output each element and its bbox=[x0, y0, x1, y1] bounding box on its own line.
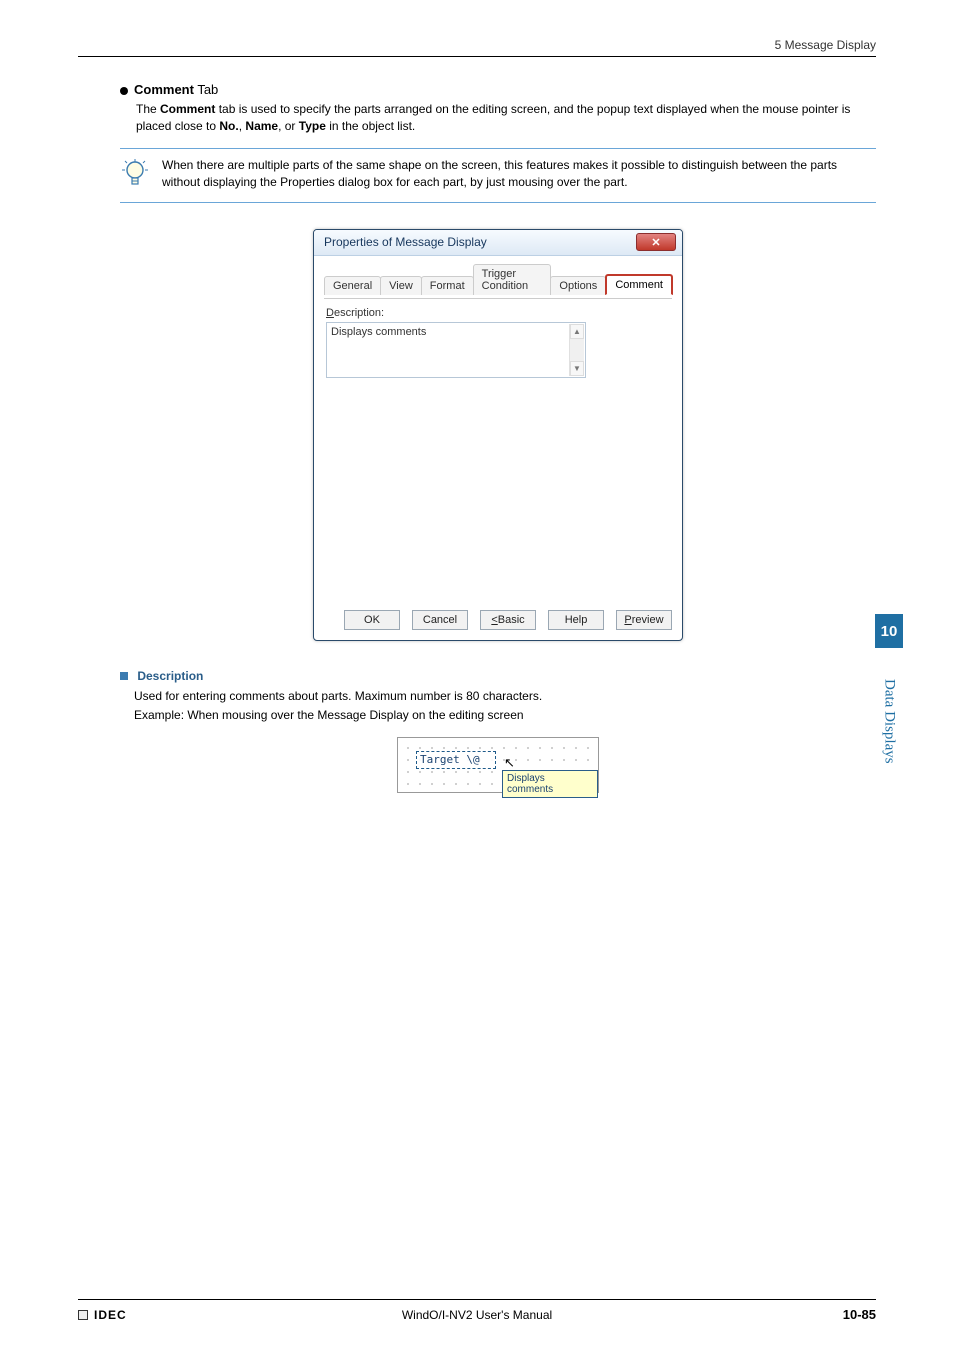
tab-format[interactable]: Format bbox=[421, 276, 474, 295]
bullet-dot bbox=[120, 87, 128, 95]
footer-manual-title: WindO/I-NV2 User's Manual bbox=[0, 1308, 954, 1322]
description-value: Displays comments bbox=[331, 326, 426, 338]
description-label: Description: bbox=[326, 307, 670, 319]
tab-comment[interactable]: Comment bbox=[605, 274, 673, 295]
textarea-scrollbar[interactable]: ▲ ▼ bbox=[569, 324, 584, 376]
basic-button[interactable]: < Basic bbox=[480, 610, 536, 630]
tab-options[interactable]: Options bbox=[550, 276, 606, 295]
footer-rule bbox=[78, 1299, 876, 1300]
square-bullet bbox=[120, 672, 128, 680]
example-tooltip: Displays comments bbox=[502, 770, 598, 798]
scroll-up-icon[interactable]: ▲ bbox=[570, 324, 584, 339]
lightbulb-icon bbox=[120, 157, 150, 192]
tab-view[interactable]: View bbox=[380, 276, 422, 295]
comment-tab-heading: Comment Tab bbox=[120, 82, 876, 97]
tab-trigger-condition[interactable]: Trigger Condition bbox=[473, 264, 552, 295]
dialog-tabs: General View Format Trigger Condition Op… bbox=[324, 264, 672, 295]
dialog-titlebar: Properties of Message Display ✕ bbox=[314, 230, 682, 256]
dialog-title: Properties of Message Display bbox=[324, 235, 487, 249]
cancel-button[interactable]: Cancel bbox=[412, 610, 468, 630]
close-icon: ✕ bbox=[651, 236, 660, 249]
chapter-number-tab: 10 bbox=[875, 614, 903, 648]
help-button[interactable]: Help bbox=[548, 610, 604, 630]
chapter-side-label: Data Displays bbox=[875, 656, 903, 786]
description-body-1: Used for entering comments about parts. … bbox=[134, 687, 876, 706]
intro-paragraph: The Comment tab is used to specify the p… bbox=[136, 101, 876, 136]
description-textarea[interactable]: Displays comments ▲ ▼ bbox=[326, 322, 586, 378]
tip-text: When there are multiple parts of the sam… bbox=[162, 157, 876, 192]
tooltip-example: Target \@ ↖ Displays comments bbox=[397, 737, 599, 793]
close-button[interactable]: ✕ bbox=[636, 233, 676, 251]
cursor-icon: ↖ bbox=[504, 755, 515, 771]
ok-button[interactable]: OK bbox=[344, 610, 400, 630]
page-section-header: 5 Message Display bbox=[775, 38, 876, 52]
description-body-2: Example: When mousing over the Message D… bbox=[134, 706, 876, 725]
tip-callout: When there are multiple parts of the sam… bbox=[120, 148, 876, 203]
description-heading: Description bbox=[120, 669, 876, 683]
example-widget: Target \@ bbox=[416, 751, 496, 769]
scroll-down-icon[interactable]: ▼ bbox=[570, 361, 584, 376]
top-rule bbox=[78, 56, 876, 57]
footer-page-number: 10-85 bbox=[843, 1307, 876, 1322]
properties-dialog: Properties of Message Display ✕ General … bbox=[313, 229, 683, 641]
preview-button[interactable]: Preview bbox=[616, 610, 672, 630]
tab-general[interactable]: General bbox=[324, 276, 381, 295]
